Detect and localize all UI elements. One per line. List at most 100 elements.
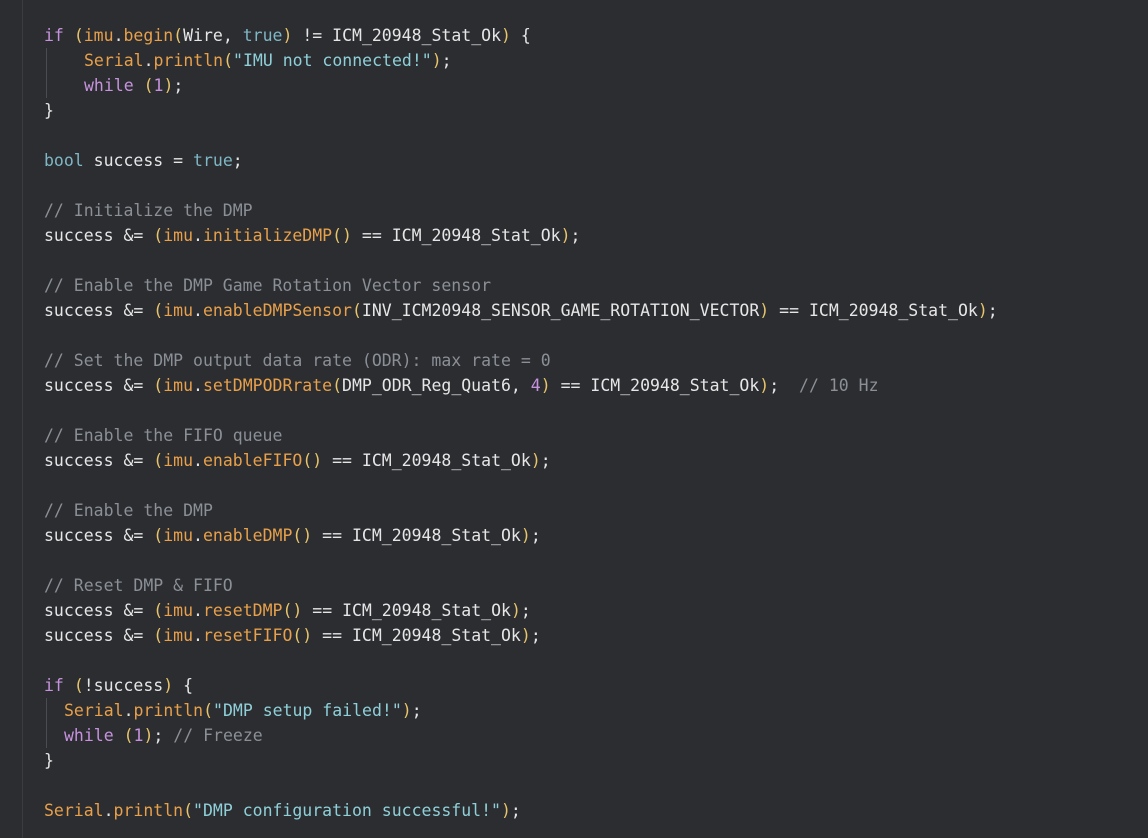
code-line[interactable] xyxy=(0,473,1148,498)
code-line[interactable] xyxy=(0,123,1148,148)
code-token: ; xyxy=(530,626,541,645)
code-line[interactable]: } xyxy=(0,748,1148,773)
code-token: == ICM_20948_Stat_Ok xyxy=(550,376,760,395)
code-line[interactable]: success &= (imu.initializeDMP() == ICM_2… xyxy=(0,223,1148,248)
code-line[interactable]: // Enable the FIFO queue xyxy=(0,423,1148,448)
code-token: . xyxy=(193,226,203,245)
code-line[interactable]: // Reset DMP & FIFO xyxy=(0,573,1148,598)
code-editor[interactable]: if (imu.begin(Wire, true) != ICM_20948_S… xyxy=(0,23,1148,823)
code-line[interactable]: if (!success) { xyxy=(0,673,1148,698)
code-line[interactable]: // Set the DMP output data rate (ODR): m… xyxy=(0,348,1148,373)
code-text: if (!success) { xyxy=(44,673,193,698)
code-line[interactable] xyxy=(0,548,1148,573)
code-token: ( xyxy=(351,301,362,320)
code-token: success &= xyxy=(44,526,154,545)
code-token: // Freeze xyxy=(173,726,263,745)
code-token: Wire, xyxy=(183,26,243,45)
code-token: == ICM_20948_Stat_Ok xyxy=(302,601,511,620)
code-line[interactable] xyxy=(0,648,1148,673)
code-token: . xyxy=(123,701,134,720)
code-line[interactable]: success &= (imu.enableDMPSensor(INV_ICM2… xyxy=(0,298,1148,323)
code-token: true xyxy=(193,151,233,170)
code-token: setDMPODRrate xyxy=(202,376,333,395)
code-line[interactable]: // Enable the DMP xyxy=(0,498,1148,523)
code-line[interactable]: if (imu.begin(Wire, true) != ICM_20948_S… xyxy=(0,23,1148,48)
code-token: // Initialize the DMP xyxy=(44,201,253,220)
code-token: ) xyxy=(520,626,531,645)
code-line[interactable]: Serial.println("IMU not connected!"); xyxy=(0,48,1148,73)
code-token: ( xyxy=(173,26,184,45)
code-token: () xyxy=(292,626,313,645)
code-text: success &= (imu.setDMPODRrate(DMP_ODR_Re… xyxy=(44,373,879,398)
code-line[interactable]: success &= (imu.enableDMP() == ICM_20948… xyxy=(0,523,1148,548)
code-token: success &= xyxy=(44,376,154,395)
code-line[interactable]: success &= (imu.setDMPODRrate(DMP_ODR_Re… xyxy=(0,373,1148,398)
code-token: ) xyxy=(163,76,174,95)
code-token: "IMU not connected!" xyxy=(233,51,432,70)
code-token: while xyxy=(84,76,134,95)
code-token: . xyxy=(193,301,203,320)
code-token: . xyxy=(193,626,203,645)
code-token: ( xyxy=(223,51,234,70)
code-token: () xyxy=(282,601,303,620)
code-line[interactable]: success &= (imu.resetDMP() == ICM_20948_… xyxy=(0,598,1148,623)
code-token: ; xyxy=(570,226,581,245)
code-line[interactable] xyxy=(0,323,1148,348)
code-line[interactable]: while (1); xyxy=(0,73,1148,98)
code-text: } xyxy=(44,748,54,773)
code-token: . xyxy=(103,801,114,820)
code-line[interactable]: Serial.println("DMP configuration succes… xyxy=(0,798,1148,823)
code-token: // Enable the FIFO queue xyxy=(44,426,283,445)
code-token: == ICM_20948_Stat_Ok xyxy=(769,301,978,320)
code-token: imu xyxy=(163,226,194,245)
code-token: INV_ICM20948_SENSOR_GAME_ROTATION_VECTOR xyxy=(361,301,760,320)
code-line[interactable]: } xyxy=(0,98,1148,123)
code-token: ( xyxy=(153,451,164,470)
code-token: ) xyxy=(282,26,293,45)
code-token: 1 xyxy=(153,76,164,95)
code-token: ; xyxy=(520,601,531,620)
code-token: ( xyxy=(183,801,194,820)
code-line[interactable]: success &= (imu.resetFIFO() == ICM_20948… xyxy=(0,623,1148,648)
code-token: DMP_ODR_Reg_Quat6, xyxy=(342,376,531,395)
code-line[interactable]: success &= (imu.enableFIFO() == ICM_2094… xyxy=(0,448,1148,473)
code-token: ( xyxy=(123,726,134,745)
code-token: 1 xyxy=(133,726,144,745)
code-line[interactable]: // Enable the DMP Game Rotation Vector s… xyxy=(0,273,1148,298)
code-token: if xyxy=(44,26,64,45)
code-line[interactable] xyxy=(0,173,1148,198)
code-token: . xyxy=(193,376,203,395)
code-line[interactable] xyxy=(0,248,1148,273)
code-token: imu xyxy=(163,526,194,545)
code-token: imu xyxy=(163,601,194,620)
code-token: ) xyxy=(560,226,571,245)
code-text: Serial.println("DMP configuration succes… xyxy=(44,798,521,823)
code-token: ( xyxy=(153,226,164,245)
code-token: ( xyxy=(153,601,164,620)
code-token: () xyxy=(332,226,352,245)
code-token: ( xyxy=(153,526,164,545)
code-text: // Enable the FIFO queue xyxy=(44,423,282,448)
code-token: imu xyxy=(163,376,194,395)
code-line[interactable]: bool success = true; xyxy=(0,148,1148,173)
code-line[interactable]: // Initialize the DMP xyxy=(0,198,1148,223)
code-line[interactable]: Serial.println("DMP setup failed!"); xyxy=(0,698,1148,723)
code-token: == ICM_20948_Stat_Ok xyxy=(312,626,521,645)
indent-guide xyxy=(46,698,47,723)
indent-guide xyxy=(46,73,47,98)
code-text: success &= (imu.initializeDMP() == ICM_2… xyxy=(44,223,580,248)
code-token: ) xyxy=(431,51,442,70)
code-token: ) xyxy=(540,376,551,395)
code-token: // Enable the DMP Game Rotation Vector s… xyxy=(44,276,492,295)
code-line[interactable]: while (1); // Freeze xyxy=(0,723,1148,748)
code-token: ( xyxy=(143,76,154,95)
code-token: enableDMP xyxy=(202,526,293,545)
code-token: ; xyxy=(530,526,541,545)
code-token: ; xyxy=(232,151,243,170)
code-line[interactable] xyxy=(0,773,1148,798)
code-token: ( xyxy=(203,701,214,720)
code-token: ) xyxy=(759,376,770,395)
code-text: // Enable the DMP xyxy=(44,498,213,523)
code-line[interactable] xyxy=(0,398,1148,423)
